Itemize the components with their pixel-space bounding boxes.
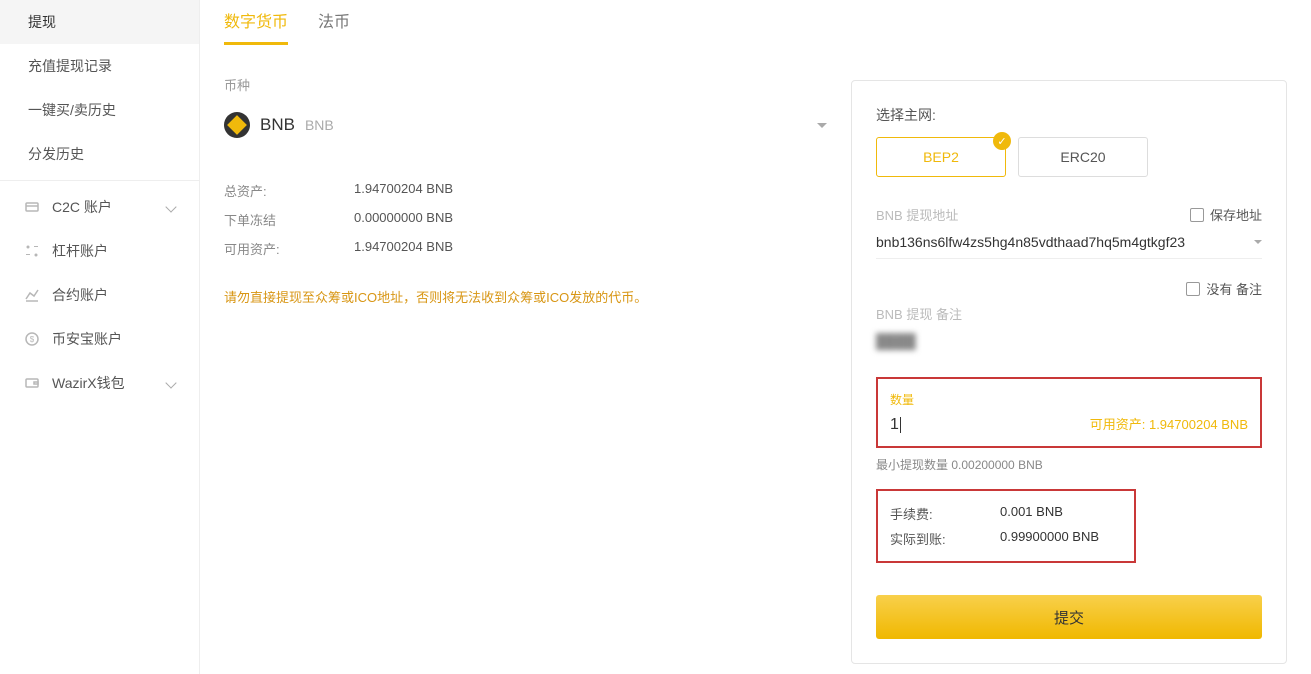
fee-value: 0.001 BNB bbox=[1000, 504, 1063, 523]
sidebar-item-label: 一键买/卖历史 bbox=[28, 100, 116, 120]
available-value: 1.94700204 BNB bbox=[1149, 417, 1248, 432]
available-text: 可用资产: 1.94700204 BNB bbox=[1090, 414, 1248, 433]
chart-icon bbox=[24, 287, 40, 303]
sidebar-item-label: 合约账户 bbox=[52, 285, 108, 305]
chevron-down-icon bbox=[817, 123, 827, 128]
tab-fiat[interactable]: 法币 bbox=[318, 8, 350, 45]
bnb-icon bbox=[224, 112, 250, 138]
sidebar-item-c2c[interactable]: C2C 账户 bbox=[0, 185, 199, 229]
sidebar-item-savings[interactable]: $ 币安宝账户 bbox=[0, 317, 199, 361]
address-input[interactable]: bnb136ns6lfw4zs5hg4n85vdthaad7hq5m4gtkgf… bbox=[876, 230, 1262, 259]
available-label: 可用资产: bbox=[1090, 417, 1146, 432]
network-erc20-button[interactable]: ERC20 bbox=[1018, 137, 1148, 177]
sidebar: 提现 充值提现记录 一键买/卖历史 分发历史 C2C 账户 bbox=[0, 0, 200, 674]
sidebar-item-withdraw[interactable]: 提现 bbox=[0, 0, 199, 44]
sidebar-item-margin[interactable]: 杠杆账户 bbox=[0, 229, 199, 273]
sidebar-item-label: C2C 账户 bbox=[52, 197, 112, 217]
actual-value: 0.99900000 BNB bbox=[1000, 529, 1099, 548]
balance-frozen-value: 0.00000000 BNB bbox=[354, 210, 453, 229]
min-withdraw-note: 最小提现数量 0.00200000 BNB bbox=[876, 456, 1262, 473]
sidebar-item-distribution[interactable]: 分发历史 bbox=[0, 132, 199, 176]
address-value: bnb136ns6lfw4zs5hg4n85vdthaad7hq5m4gtkgf… bbox=[876, 234, 1185, 250]
coin-label: 币种 bbox=[224, 75, 827, 94]
sidebar-item-label: 分发历史 bbox=[28, 144, 84, 164]
balance-total-row: 总资产: 1.94700204 BNB bbox=[224, 176, 827, 205]
memo-input[interactable]: ████ bbox=[876, 329, 1262, 357]
no-memo-checkbox[interactable]: 没有 备注 bbox=[1186, 279, 1262, 298]
ico-warning: 请勿直接提现至众筹或ICO地址，否则将无法收到众筹或ICO发放的代币。 bbox=[224, 287, 827, 306]
sidebar-item-label: 充值提现记录 bbox=[28, 56, 112, 76]
network-label: 选择主网: bbox=[876, 105, 1262, 125]
dollar-icon: $ bbox=[24, 331, 40, 347]
sidebar-item-label: 提现 bbox=[28, 12, 56, 32]
balance-available-value: 1.94700204 BNB bbox=[354, 239, 453, 258]
no-memo-label: 没有 备注 bbox=[1206, 279, 1262, 298]
balance-available-row: 可用资产: 1.94700204 BNB bbox=[224, 234, 827, 263]
checkbox-icon bbox=[1190, 208, 1204, 222]
sidebar-item-history[interactable]: 充值提现记录 bbox=[0, 44, 199, 88]
svg-text:$: $ bbox=[30, 335, 35, 344]
sidebar-item-label: 币安宝账户 bbox=[52, 329, 122, 349]
sidebar-item-label: 杠杆账户 bbox=[52, 241, 108, 261]
save-address-checkbox[interactable]: 保存地址 bbox=[1190, 205, 1262, 224]
chevron-down-icon bbox=[165, 377, 176, 388]
network-bep2-button[interactable]: BEP2 bbox=[876, 137, 1006, 177]
coin-fullname: BNB bbox=[305, 117, 334, 133]
submit-button[interactable]: 提交 bbox=[876, 595, 1262, 639]
sidebar-item-futures[interactable]: 合约账户 bbox=[0, 273, 199, 317]
wallet-icon bbox=[24, 375, 40, 391]
coin-selector[interactable]: BNB BNB bbox=[224, 104, 827, 146]
balance-frozen-label: 下单冻结 bbox=[224, 210, 354, 229]
fee-label: 手续费: bbox=[890, 504, 1000, 523]
withdraw-panel: 选择主网: BEP2 ERC20 BNB 提现地址 保存地址 bnb136ns6 bbox=[851, 80, 1287, 664]
actual-label: 实际到账: bbox=[890, 529, 1000, 548]
checkbox-icon bbox=[1186, 282, 1200, 296]
sidebar-item-label: WazirX钱包 bbox=[52, 373, 125, 393]
memo-label: BNB 提现 备注 bbox=[876, 304, 1262, 323]
tabs: 数字货币 法币 bbox=[224, 0, 827, 45]
balance-total-value: 1.94700204 BNB bbox=[354, 181, 453, 200]
chevron-down-icon bbox=[1254, 240, 1262, 244]
save-address-label: 保存地址 bbox=[1210, 205, 1262, 224]
balance-available-label: 可用资产: bbox=[224, 239, 354, 258]
address-label: BNB 提现地址 bbox=[876, 205, 958, 224]
amount-highlight-box: 数量 1 可用资产: 1.94700204 BNB bbox=[876, 377, 1262, 448]
balance-total-label: 总资产: bbox=[224, 181, 354, 200]
sidebar-item-buysell-history[interactable]: 一键买/卖历史 bbox=[0, 88, 199, 132]
amount-input[interactable]: 1 bbox=[890, 416, 901, 434]
memo-value: ████ bbox=[876, 333, 916, 349]
sidebar-item-wazirx[interactable]: WazirX钱包 bbox=[0, 361, 199, 405]
balance-frozen-row: 下单冻结 0.00000000 BNB bbox=[224, 205, 827, 234]
coin-symbol: BNB bbox=[260, 115, 295, 135]
tab-crypto[interactable]: 数字货币 bbox=[224, 8, 288, 45]
amount-label: 数量 bbox=[890, 391, 1248, 408]
card-icon bbox=[24, 199, 40, 215]
fee-highlight-box: 手续费: 0.001 BNB 实际到账: 0.99900000 BNB bbox=[876, 489, 1136, 563]
lever-icon bbox=[24, 243, 40, 259]
chevron-down-icon bbox=[165, 201, 176, 212]
